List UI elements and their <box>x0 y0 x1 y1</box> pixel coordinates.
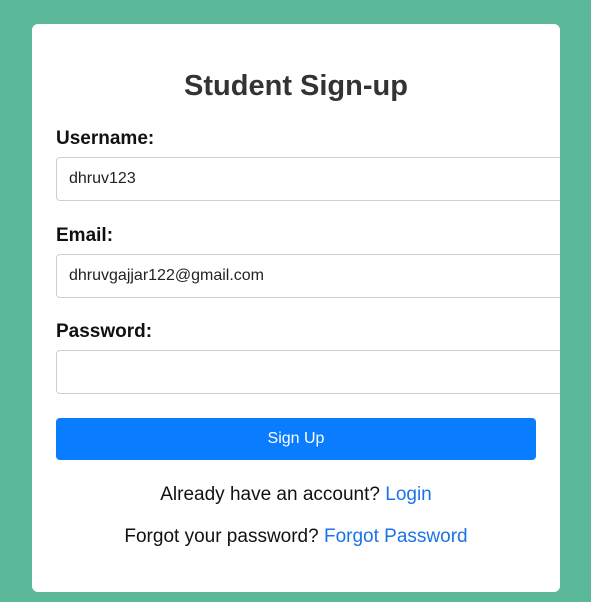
forgot-prompt-row: Forgot your password? Forgot Password <box>32 526 560 548</box>
account-prompt-text: Already have an account? <box>160 484 380 505</box>
email-label: Email: <box>56 225 114 246</box>
signup-card: Student Sign-up Username: Email: Passwor… <box>32 24 560 592</box>
password-label: Password: <box>56 321 153 342</box>
username-label: Username: <box>56 128 155 149</box>
login-prompt-row: Already have an account? Login <box>32 484 560 506</box>
forgot-prompt-text: Forgot your password? <box>124 526 319 547</box>
sign-up-button[interactable]: Sign Up <box>56 418 536 460</box>
email-input[interactable] <box>56 254 560 298</box>
password-input[interactable] <box>56 350 560 394</box>
login-link[interactable]: Login <box>385 484 432 505</box>
page-title: Student Sign-up <box>184 70 408 102</box>
username-input[interactable] <box>56 157 560 201</box>
forgot-password-link[interactable]: Forgot Password <box>324 526 468 547</box>
